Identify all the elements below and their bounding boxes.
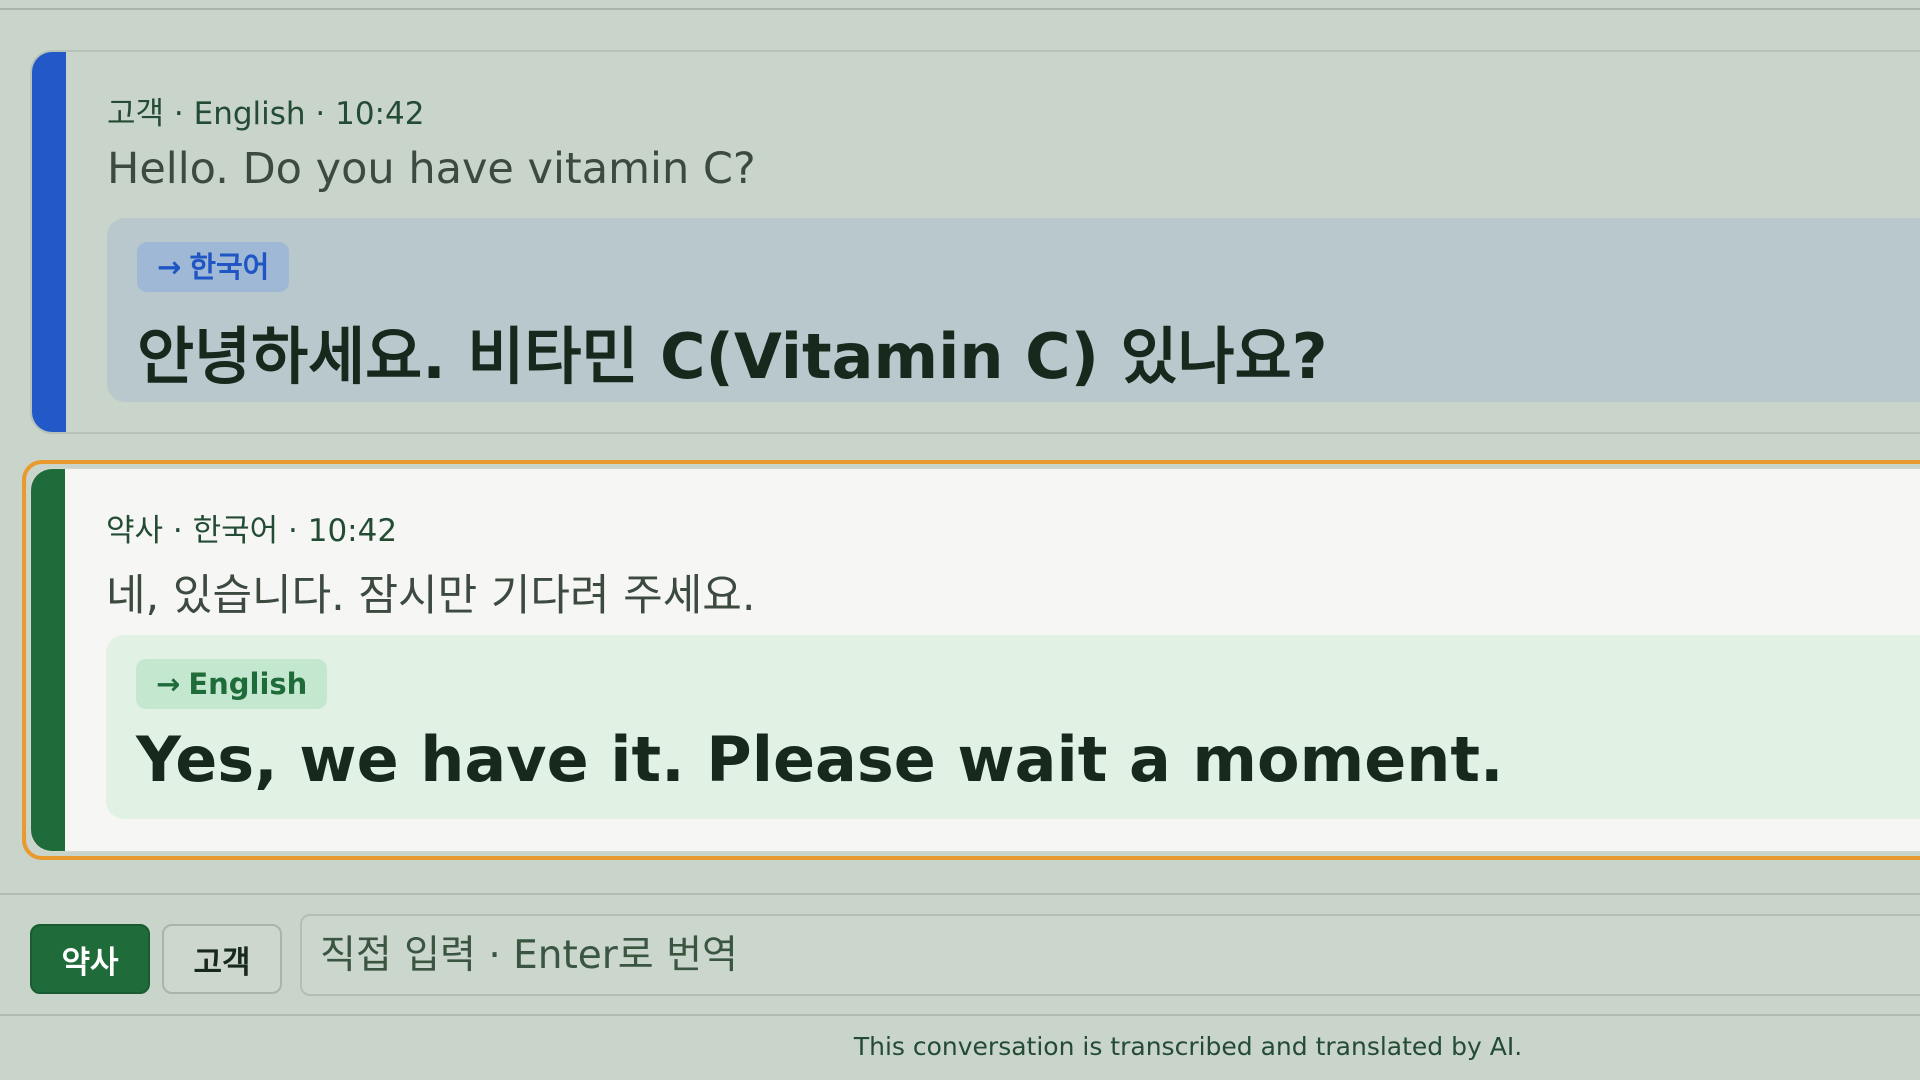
message-card-customer: 고객 · English · 10:42 Hello. Do you have …	[30, 50, 1920, 434]
translated-text: Yes, we have it. Please wait a moment.	[136, 723, 1504, 796]
speaker-accent-stripe	[31, 469, 65, 851]
arrow-right-icon: →	[157, 250, 182, 284]
message-meta: 고객 · English · 10:42	[107, 96, 425, 132]
input-bar-divider	[0, 893, 1920, 895]
target-language-label: English	[188, 667, 308, 701]
original-text: Hello. Do you have vitamin C?	[107, 144, 756, 194]
manual-input-field[interactable]	[300, 914, 1920, 996]
translated-text: 안녕하세요. 비타민 C(Vitamin C) 있나요?	[137, 320, 1328, 393]
speaker-accent-stripe	[32, 52, 66, 432]
target-language-label: 한국어	[189, 250, 270, 284]
pharmacist-speaker-button[interactable]: 약사	[30, 924, 150, 994]
customer-speaker-button[interactable]: 고객	[162, 924, 282, 994]
top-border	[0, 0, 1920, 10]
footer-divider	[0, 1014, 1920, 1016]
arrow-right-icon: →	[156, 667, 181, 701]
translation-box: → English Yes, we have it. Please wait a …	[106, 635, 1920, 819]
message-card-pharmacist: 약사 · 한국어 · 10:42 네, 있습니다. 잠시만 기다려 주세요. →…	[30, 468, 1920, 852]
message-meta: 약사 · 한국어 · 10:42	[106, 513, 398, 549]
target-language-badge: → 한국어	[137, 242, 290, 292]
target-language-badge: → English	[136, 659, 328, 709]
translation-box: → 한국어 안녕하세요. 비타민 C(Vitamin C) 있나요?	[107, 218, 1920, 402]
original-text: 네, 있습니다. 잠시만 기다려 주세요.	[106, 571, 756, 621]
ai-disclaimer: This conversation is transcribed and tra…	[853, 1032, 1523, 1061]
